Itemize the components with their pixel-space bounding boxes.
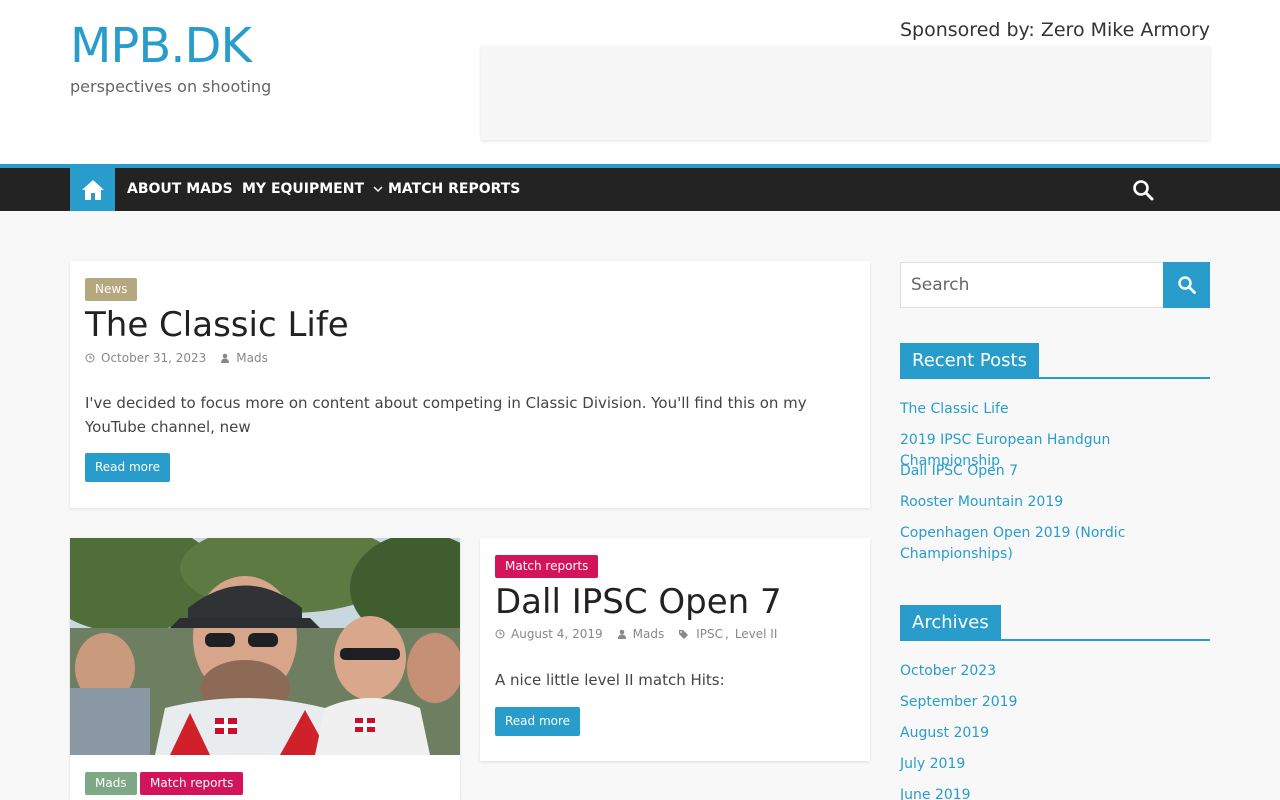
post-meta: October 31, 2023 Mads <box>85 351 268 365</box>
tag-level-ii[interactable]: Level II <box>735 627 778 641</box>
recent-posts-title: Recent Posts <box>900 343 1039 378</box>
search-icon <box>1177 276 1196 294</box>
nav-my-equipment[interactable]: MY EQUIPMENT <box>242 168 383 211</box>
post-card-classic-life: News The Classic Life October 31, 2023 M… <box>70 261 870 508</box>
tag-icon <box>679 630 689 639</box>
post-card-dall-ipsc: Match reports Dall IPSC Open 7 August 4,… <box>480 538 870 761</box>
user-icon <box>221 353 230 363</box>
post-title[interactable]: The Classic Life <box>85 305 349 345</box>
archives-title: Archives <box>900 605 1001 640</box>
chevron-down-icon <box>373 186 383 193</box>
search-button[interactable] <box>1163 262 1210 308</box>
post-excerpt: I've decided to focus more on content ab… <box>85 394 807 436</box>
sponsor-banner[interactable] <box>481 46 1210 140</box>
category-badge-mads[interactable]: Mads <box>85 772 137 795</box>
home-icon <box>81 179 104 200</box>
post-title[interactable]: Dall IPSC Open 7 <box>495 582 782 622</box>
shooters-photo <box>70 538 460 755</box>
read-more-button[interactable]: Read more <box>85 453 171 482</box>
archives-divider <box>900 639 1210 641</box>
archive-link[interactable]: October 2023 <box>900 661 1210 682</box>
nav-match-reports[interactable]: MATCH REPORTS <box>388 168 520 211</box>
recent-post-link[interactable]: Rooster Mountain 2019 <box>900 492 1210 513</box>
search-icon[interactable] <box>1132 179 1154 201</box>
post-excerpt: A nice little level II match Hits: <box>495 671 725 689</box>
main-nav: ABOUT MADS MY EQUIPMENT MATCH REPORTS <box>0 168 1280 211</box>
archive-link[interactable]: August 2019 <box>900 723 1210 744</box>
category-badge-news[interactable]: News <box>85 278 138 301</box>
post-date[interactable]: October 31, 2023 <box>101 351 206 365</box>
search-input[interactable]: Search <box>900 262 1164 308</box>
category-badge-match-reports[interactable]: Match reports <box>495 555 599 578</box>
recent-post-link[interactable]: Dall IPSC Open 7 <box>900 461 1210 482</box>
post-author[interactable]: Mads <box>236 351 268 365</box>
archive-link[interactable]: September 2019 <box>900 692 1210 713</box>
sponsor-text: Sponsored by: Zero Mike Armory <box>899 19 1210 41</box>
recent-post-link[interactable]: Copenhagen Open 2019 (Nordic Championshi… <box>900 523 1140 565</box>
post-author[interactable]: Mads <box>633 627 665 641</box>
site-title[interactable]: MPB.DK <box>70 18 252 74</box>
site-header: MPB.DK perspectives on shooting Sponsore… <box>0 0 1280 164</box>
tag-separator: , <box>724 627 729 641</box>
recent-posts-divider <box>900 377 1210 379</box>
archive-link[interactable]: June 2019 <box>900 785 1210 800</box>
home-button[interactable] <box>70 168 115 211</box>
post-meta: August 4, 2019 Mads IPSC , Level II <box>495 627 777 641</box>
site-tagline: perspectives on shooting <box>70 77 272 96</box>
post-date[interactable]: August 4, 2019 <box>511 627 603 641</box>
read-more-button[interactable]: Read more <box>495 707 581 736</box>
user-icon <box>617 629 626 639</box>
nav-my-equipment-label: MY EQUIPMENT <box>242 181 365 197</box>
recent-post-link[interactable]: The Classic Life <box>900 399 1210 420</box>
nav-about-mads[interactable]: ABOUT MADS <box>127 168 233 211</box>
archive-link[interactable]: July 2019 <box>900 754 1210 775</box>
tag-ipsc[interactable]: IPSC <box>696 627 723 641</box>
post-featured-image[interactable] <box>70 538 460 755</box>
category-badge-match-reports[interactable]: Match reports <box>140 772 244 795</box>
clock-icon <box>495 629 505 639</box>
clock-icon <box>85 353 95 363</box>
